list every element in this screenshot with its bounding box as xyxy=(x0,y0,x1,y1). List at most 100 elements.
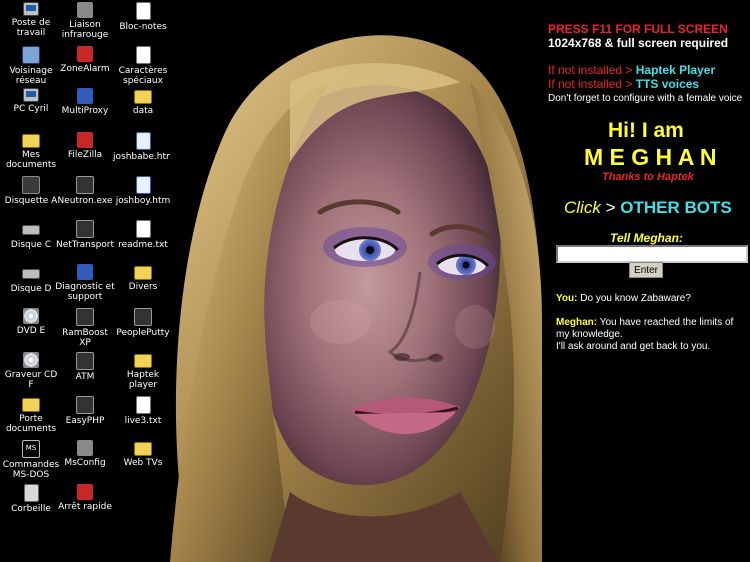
network-icon xyxy=(22,46,40,64)
bot-message-line: I'll ask around and get back to you. xyxy=(556,341,711,352)
enter-button[interactable]: Enter xyxy=(629,262,663,278)
html-file-icon xyxy=(135,132,151,150)
desktop-icon-label: data xyxy=(132,106,154,116)
other-bots-link[interactable]: OTHER BOTS xyxy=(620,198,731,217)
user-message: You: Do you know Zabaware? xyxy=(556,293,691,304)
avatar-face-illustration xyxy=(170,22,542,562)
desktop-icon[interactable]: readme.txt xyxy=(112,220,174,250)
press-f11-notice: PRESS F11 FOR FULL SCREEN xyxy=(548,22,728,36)
bot-message: Meghan: You have reached the limits of xyxy=(556,317,733,328)
desktop-icon[interactable]: MS Commandes MS-DOS xyxy=(0,440,62,480)
avatar-face xyxy=(170,22,542,562)
desktop-icon[interactable]: ZoneAlarm xyxy=(54,46,116,74)
desktop-icon[interactable]: Graveur CD F xyxy=(0,352,62,390)
html-file-icon xyxy=(135,176,151,194)
desktop-icon-label: Commandes MS-DOS xyxy=(2,460,60,480)
desktop-icon[interactable]: Poste de travail xyxy=(0,2,62,38)
desktop-icon-label: FileZilla xyxy=(67,150,103,160)
diagnostic-icon xyxy=(77,264,93,280)
desktop-icon-label: PC Cyril xyxy=(13,104,49,114)
desktop-icon-label: Web TVs xyxy=(123,458,163,468)
desktop-icon-label: Haptek player xyxy=(126,370,160,390)
desktop-icon[interactable]: Disquette A xyxy=(0,176,62,206)
bot-message-line: You have reached the limits of xyxy=(599,317,734,328)
atm-icon xyxy=(76,352,94,370)
desktop-icon-label: Neutron.exe xyxy=(57,196,113,206)
desktop-icon[interactable]: Liaison infrarouge xyxy=(54,2,116,40)
folder-icon xyxy=(134,90,152,104)
if-not-installed-label: If not installed > xyxy=(548,63,633,77)
desktop-icon[interactable]: DVD E xyxy=(0,308,62,336)
desktop-icon-label: Mes documents xyxy=(5,150,57,170)
configure-note: Don't forget to configure with a female … xyxy=(548,93,743,104)
meghan-label: Meghan: xyxy=(556,317,598,328)
shutdown-icon xyxy=(77,484,93,500)
user-message-text: Do you know Zabaware? xyxy=(580,293,691,304)
drive-icon xyxy=(22,225,40,235)
haptek-player-link[interactable]: Haptek Player xyxy=(636,63,715,77)
desktop-icon[interactable]: Bloc-notes xyxy=(112,2,174,32)
desktop-icon[interactable]: FileZilla xyxy=(54,132,116,160)
cd-icon xyxy=(23,308,39,324)
desktop-icon[interactable]: Mes documents xyxy=(0,132,62,170)
other-bots-line: Click > OTHER BOTS xyxy=(564,198,732,218)
desktop-icon-label: ZoneAlarm xyxy=(60,64,110,74)
folder-icon xyxy=(134,266,152,280)
desktop-icon-label: joshboy.htm xyxy=(115,196,171,206)
desktop-icon-label: Poste de travail xyxy=(11,18,51,38)
desktop-icon-label: Diagnostic et support xyxy=(55,282,115,302)
settings-icon xyxy=(77,440,93,456)
desktop-icon[interactable]: RamBoost XP xyxy=(54,308,116,348)
desktop-icon[interactable]: MultiProxy xyxy=(54,88,116,116)
tts-voices-link[interactable]: TTS voices xyxy=(636,77,699,91)
desktop-icon-label: PeoplePutty xyxy=(116,328,170,338)
desktop-icon[interactable]: Corbeille xyxy=(0,484,62,514)
desktop-icon[interactable]: ATM xyxy=(54,352,116,382)
chat-input[interactable] xyxy=(556,245,748,263)
app-icon xyxy=(76,220,94,238)
desktop-icon[interactable]: live3.txt xyxy=(112,396,174,426)
desktop-icon[interactable]: Disque D xyxy=(0,264,62,294)
desktop-icon[interactable]: Disque C xyxy=(0,220,62,250)
msdos-icon: MS xyxy=(22,440,40,458)
desktop-icon[interactable]: joshbabe.htm xyxy=(112,132,175,162)
click-arrow: > xyxy=(605,198,616,217)
desktop-icon[interactable]: PeoplePutty xyxy=(112,308,174,338)
notepad-icon xyxy=(135,2,151,20)
cd-icon xyxy=(23,352,39,368)
briefcase-icon xyxy=(22,398,40,412)
chatbot-panel: PRESS F11 FOR FULL SCREEN 1024x768 & ful… xyxy=(542,0,750,562)
desktop-icon[interactable]: Web TVs xyxy=(112,440,174,468)
desktop-icon[interactable]: Diagnostic et support xyxy=(54,264,116,302)
bot-name: M E G H A N xyxy=(584,144,717,170)
desktop-icon-label: Voisinage réseau xyxy=(9,66,53,86)
desktop-icon[interactable]: Porte documents xyxy=(0,396,62,434)
desktop-icon-label: Disque D xyxy=(10,284,52,294)
desktop-icon[interactable]: Voisinage réseau xyxy=(0,46,62,86)
desktop-icon-label: EasyPHP xyxy=(65,416,105,426)
folder-icon xyxy=(134,442,152,456)
desktop-icon[interactable]: NetTransport xyxy=(54,220,116,250)
desktop-icon[interactable]: Neutron.exe xyxy=(54,176,116,206)
app-icon xyxy=(76,176,94,194)
desktop-icon-label: Graveur CD F xyxy=(4,370,58,390)
app-icon xyxy=(76,396,94,414)
text-file-icon xyxy=(135,220,151,238)
desktop-icon[interactable]: PC Cyril xyxy=(0,88,62,114)
computer-icon xyxy=(23,88,39,102)
desktop-icon-label: joshbabe.htm xyxy=(113,152,175,162)
desktop-icon[interactable]: Caractères spéciaux xyxy=(112,46,174,86)
trash-icon xyxy=(23,484,39,502)
folder-icon xyxy=(22,134,40,148)
desktop-icon[interactable]: EasyPHP xyxy=(54,396,116,426)
desktop-icon-label: Bloc-notes xyxy=(119,22,167,32)
tts-install-line: If not installed > TTS voices xyxy=(548,77,699,91)
desktop-icon[interactable]: joshboy.htm xyxy=(112,176,174,206)
infrared-icon xyxy=(77,2,93,18)
desktop-icon-label: DVD E xyxy=(16,326,46,336)
desktop-icon[interactable]: Divers xyxy=(112,264,174,292)
desktop-icon[interactable]: Haptek player xyxy=(112,352,174,390)
desktop-icon[interactable]: Arrêt rapide xyxy=(54,484,116,512)
desktop-icon[interactable]: MsConfig xyxy=(54,440,116,468)
desktop-icon[interactable]: data xyxy=(112,88,174,116)
